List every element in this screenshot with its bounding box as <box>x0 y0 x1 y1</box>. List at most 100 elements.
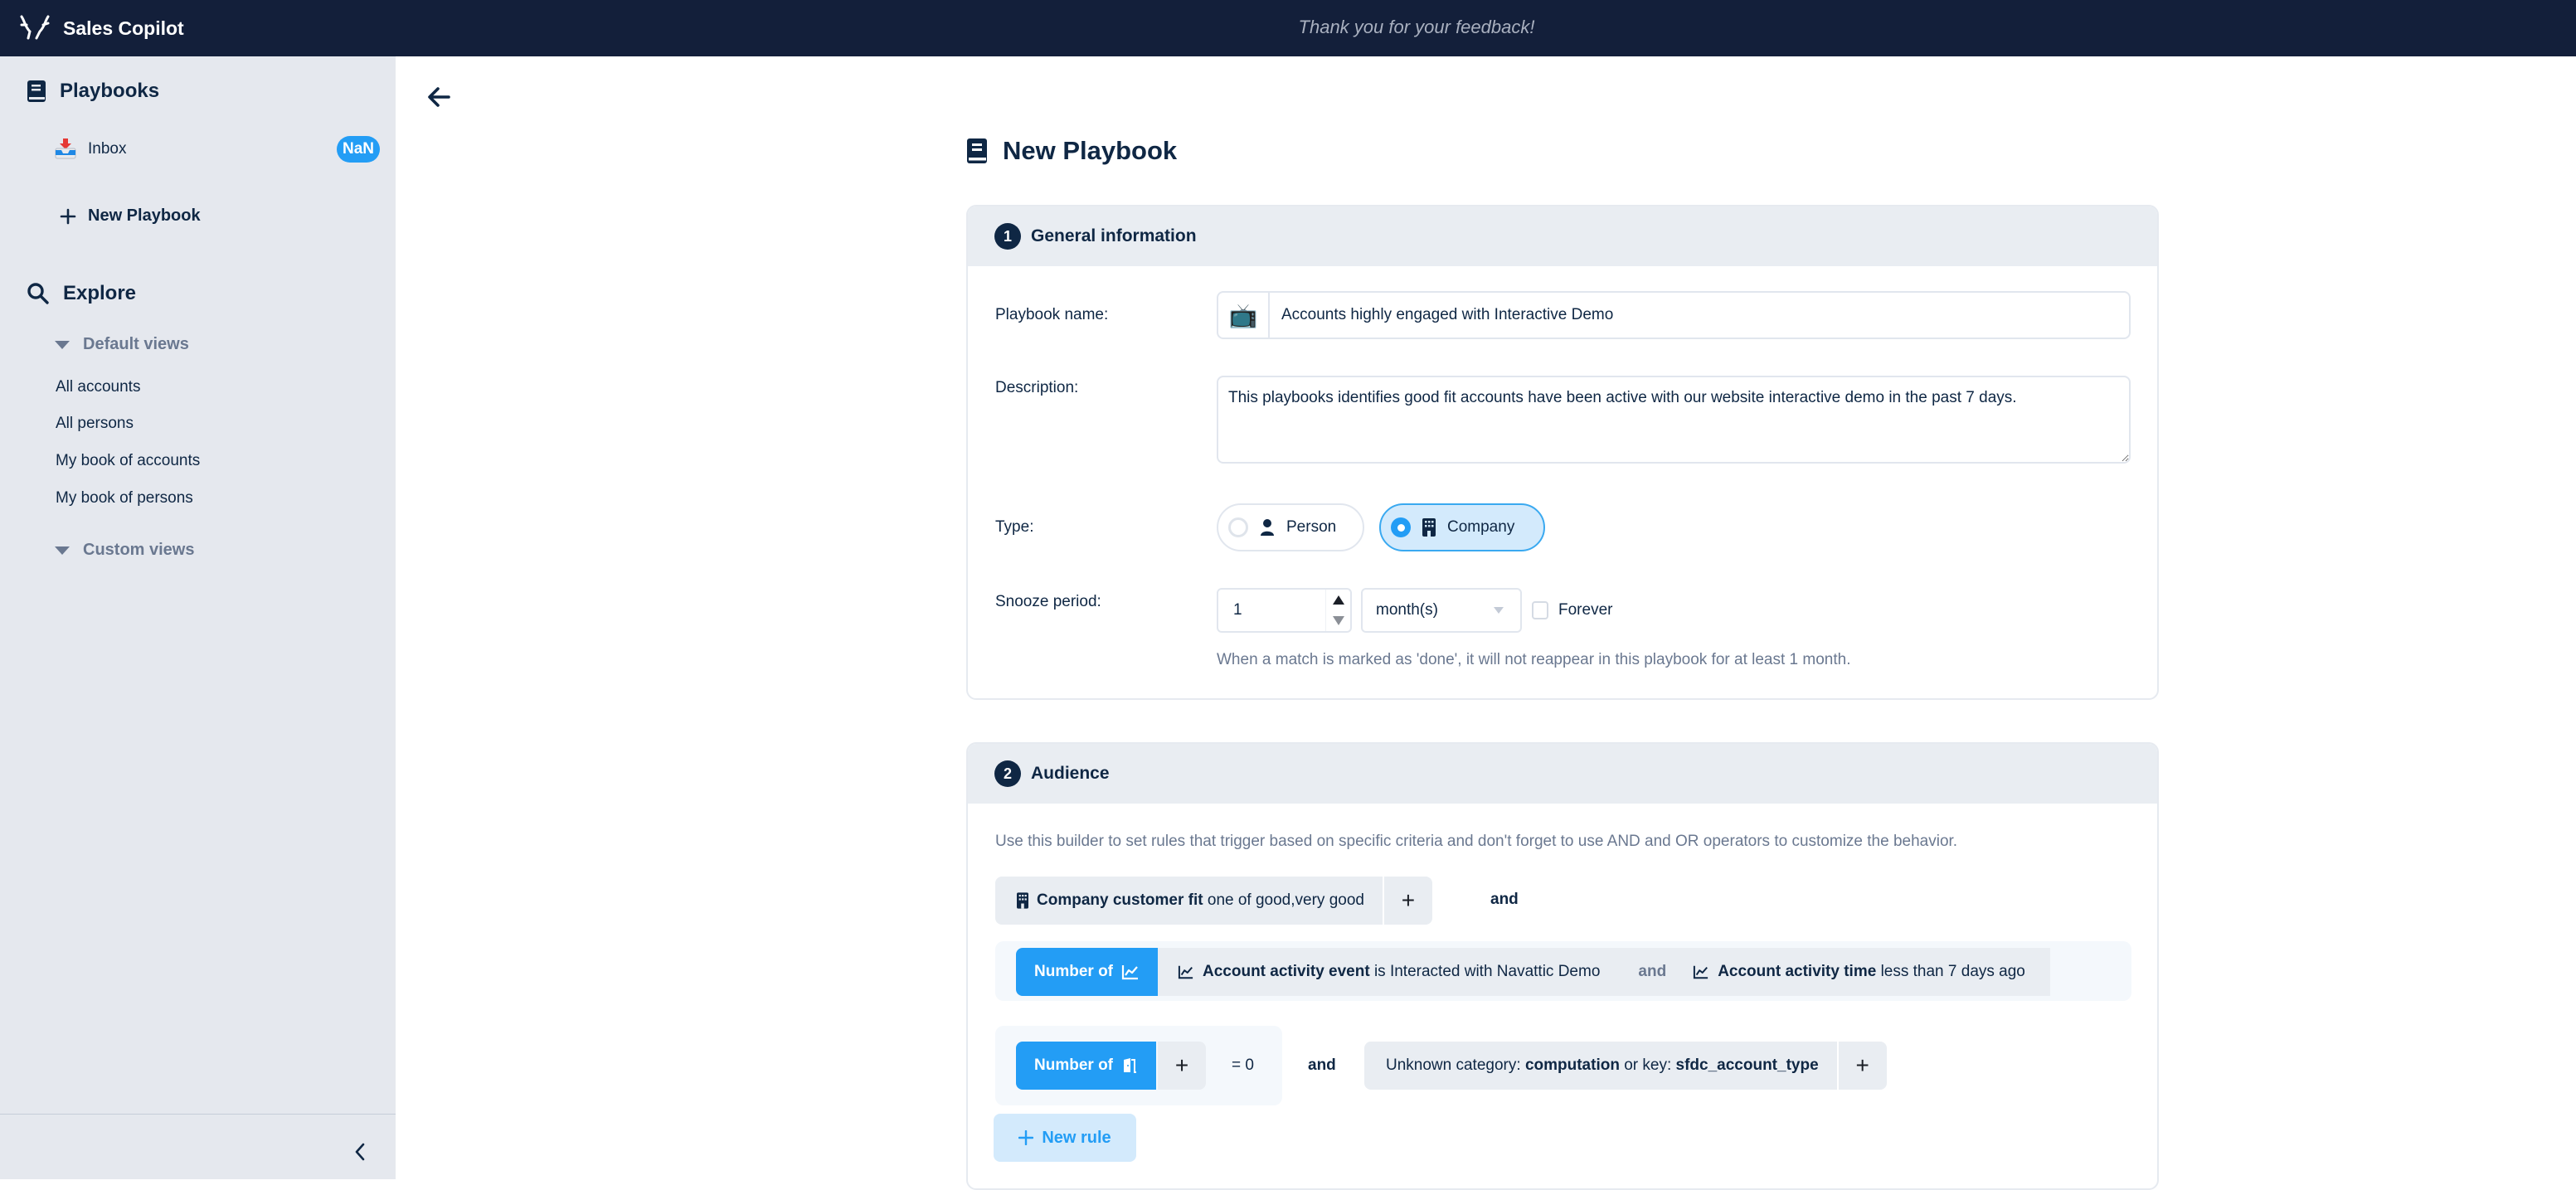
activity-time-condition[interactable]: Account activity time less than 7 days a… <box>1684 948 2050 996</box>
chart-line-icon <box>1694 965 1708 979</box>
description-label: Description: <box>995 379 1079 396</box>
audience-intro: Use this builder to set rules that trigg… <box>995 833 1958 850</box>
snooze-period-label: Snooze period: <box>995 593 1101 610</box>
rule-field: Company customer fit <box>1037 891 1203 909</box>
caret-down-icon <box>55 340 70 349</box>
type-label: Type: <box>995 518 1034 536</box>
snooze-quantity-stepper <box>1217 588 1352 633</box>
add-condition-button[interactable]: + <box>1838 1042 1887 1090</box>
section-title: Audience <box>1031 764 1110 783</box>
new-rule-button[interactable]: New rule <box>994 1114 1136 1162</box>
door-open-icon <box>1124 1058 1136 1073</box>
forever-checkbox[interactable] <box>1532 601 1548 619</box>
type-option-company[interactable]: Company <box>1379 503 1545 551</box>
collapse-sidebar-button[interactable] <box>348 1138 372 1166</box>
sidebar-view-my-book-of-persons[interactable]: My book of persons <box>56 489 193 508</box>
default-views-label: Default views <box>83 335 189 353</box>
default-views-toggle[interactable]: Default views <box>55 335 189 354</box>
page-title-text: New Playbook <box>1003 136 1178 165</box>
sidebar-section-playbooks[interactable]: Playbooks <box>27 80 159 103</box>
audience-card: 2 Audience Use this builder to set rules… <box>966 742 2159 1190</box>
rule-condition: one of good,very good <box>1207 891 1364 909</box>
search-icon <box>27 283 49 304</box>
sidebar-item-inbox[interactable]: Inbox <box>55 138 126 160</box>
radio-unselected[interactable] <box>1228 517 1248 537</box>
forever-label: Forever <box>1558 601 1613 619</box>
condition-value: is Interacted with Navattic Demo <box>1373 963 1601 980</box>
new-rule-label: New rule <box>1042 1128 1111 1147</box>
decrement-button[interactable] <box>1326 610 1350 631</box>
snooze-unit-select[interactable]: month(s) <box>1361 588 1522 633</box>
back-button[interactable] <box>425 83 454 111</box>
sidebar-view-all-accounts[interactable]: All accounts <box>56 378 140 396</box>
increment-button[interactable] <box>1326 590 1350 610</box>
book-icon <box>967 138 987 163</box>
type-option-person[interactable]: Person <box>1217 503 1364 551</box>
radio-selected[interactable] <box>1391 517 1411 537</box>
snooze-quantity-input[interactable] <box>1218 590 1325 631</box>
playbook-name-input[interactable] <box>1270 306 2099 324</box>
custom-views-toggle[interactable]: Custom views <box>55 541 194 560</box>
sidebar-section-explore[interactable]: Explore <box>27 282 136 305</box>
playbook-name-field: 📺 <box>1217 291 2131 339</box>
condition-field: Account activity event <box>1203 963 1370 980</box>
sidebar-divider <box>0 1114 396 1115</box>
rule-unknown-category: Unknown category: computation or key: sf… <box>1364 1042 1887 1090</box>
sidebar-view-all-persons[interactable]: All persons <box>56 415 134 433</box>
number-of-button[interactable]: Number of <box>1016 948 1158 996</box>
chart-line-icon <box>1178 965 1193 979</box>
page-title: New Playbook <box>966 136 1177 166</box>
inbox-label: Inbox <box>88 140 127 158</box>
aggregate-rule-chips: Number of Account activity event is Inte… <box>1016 948 2050 996</box>
condition-field: Account activity time <box>1718 963 1877 980</box>
step-number: 1 <box>994 223 1021 250</box>
and-connector[interactable]: and <box>1308 1056 1336 1075</box>
condition-value: less than 7 days ago <box>1880 963 2025 980</box>
spinner <box>1325 590 1350 631</box>
inbox-count-badge: NaN <box>337 136 380 163</box>
and-connector[interactable]: and <box>1490 891 1519 909</box>
triangle-down-icon <box>1332 616 1344 625</box>
add-condition-button[interactable]: + <box>1158 1042 1206 1090</box>
unknown-key: sfdc_account_type <box>1675 1056 1819 1074</box>
type-option-label: Company <box>1447 518 1515 536</box>
chevron-down-icon <box>1494 607 1504 614</box>
description-textarea[interactable]: This playbooks identifies good fit accou… <box>1217 376 2131 464</box>
building-icon <box>1422 518 1436 537</box>
audience-header: 2 Audience <box>968 744 2157 804</box>
step-number: 2 <box>994 760 1021 787</box>
number-of-label: Number of <box>1034 1056 1113 1074</box>
chart-line-icon <box>1121 965 1138 980</box>
sidebar-view-my-book-of-accounts[interactable]: My book of accounts <box>56 452 200 470</box>
emoji-picker-button[interactable]: 📺 <box>1218 293 1270 338</box>
snooze-hint: When a match is marked as 'done', it wil… <box>1217 651 1851 668</box>
unknown-category: computation <box>1524 1056 1620 1074</box>
triangle-up-icon <box>1332 595 1344 605</box>
comparison-value[interactable]: = 0 <box>1232 1056 1254 1075</box>
rule-condition-chip[interactable]: Company customer fit one of good,very go… <box>995 877 1383 925</box>
add-condition-button[interactable]: + <box>1383 877 1432 925</box>
new-playbook-link[interactable]: New Playbook <box>60 206 201 226</box>
playbooks-title: Playbooks <box>60 80 160 102</box>
rule-company-customer-fit: Company customer fit one of good,very go… <box>995 877 1432 925</box>
snooze-unit-value: month(s) <box>1376 601 1438 619</box>
general-information-card: 1 General information Playbook name: 📺 D… <box>966 205 2159 700</box>
top-bar: Sales Copilot Thank you for your feedbac… <box>0 0 2576 56</box>
arrow-left-icon <box>428 87 450 107</box>
section-title: General information <box>1031 226 1197 245</box>
unknown-condition-chip[interactable]: Unknown category: computation or key: sf… <box>1364 1042 1837 1090</box>
unknown-mid: or key: <box>1624 1056 1672 1074</box>
number-of-label: Number of <box>1034 963 1113 980</box>
activity-event-condition[interactable]: Account activity event is Interacted wit… <box>1158 948 1621 996</box>
unknown-prefix: Unknown category: <box>1386 1056 1521 1074</box>
forever-option[interactable]: Forever <box>1532 601 1612 619</box>
custom-views-label: Custom views <box>83 541 195 559</box>
playbook-name-label-text: Playbook name: <box>995 306 1109 323</box>
explore-title: Explore <box>63 282 137 304</box>
number-of-button[interactable]: Number of <box>1016 1042 1156 1090</box>
general-information-header: 1 General information <box>968 206 2157 266</box>
chevron-left-icon <box>355 1143 365 1161</box>
person-icon <box>1261 519 1274 536</box>
building-icon <box>1017 892 1028 909</box>
and-connector[interactable]: and <box>1620 948 1685 996</box>
